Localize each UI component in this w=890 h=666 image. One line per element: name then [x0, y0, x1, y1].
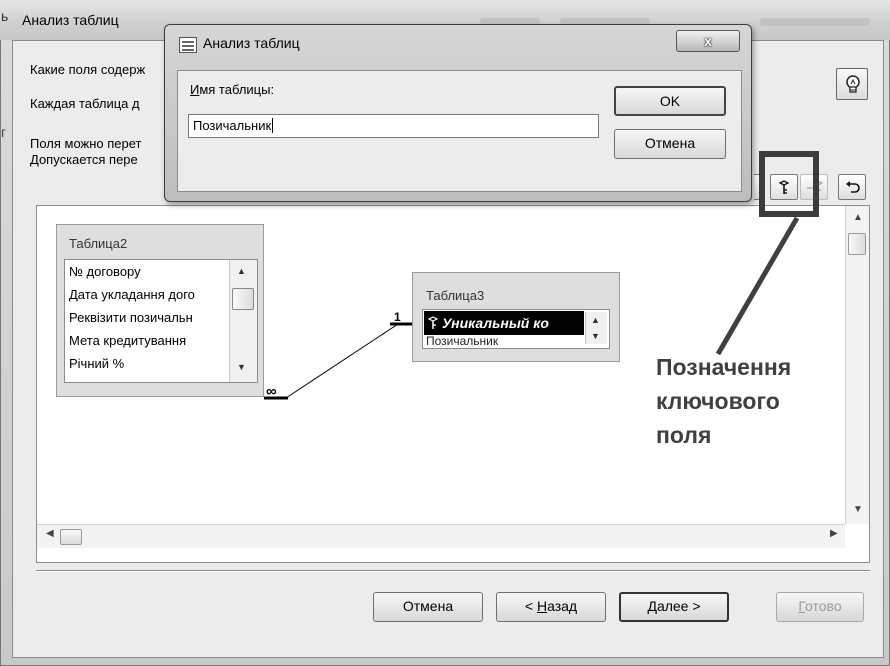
wizard-cancel-button[interactable]: Отмена	[373, 592, 483, 622]
annotation-line: Позначення	[656, 354, 792, 380]
next-button[interactable]: Далее >	[619, 592, 729, 622]
annotation-line: поля	[656, 422, 712, 448]
table-name-value: Позичальник	[193, 118, 272, 133]
key-button-highlight-frame	[759, 151, 819, 217]
table-name-label-text: мя таблицы:	[199, 82, 275, 97]
table-name-label-mnemonic: И	[190, 82, 200, 97]
next-button-mnemonic: Д	[647, 598, 657, 614]
finish-button[interactable]: Готово	[776, 592, 864, 622]
ok-button[interactable]: OK	[614, 86, 726, 116]
wizard-separator	[36, 570, 870, 572]
text-cursor	[272, 118, 274, 133]
relationship-one-label: 1	[394, 310, 401, 324]
dialog-title: Анализ таблиц	[203, 35, 300, 51]
finish-button-label: отово	[805, 598, 842, 614]
annotation-line: ключового	[656, 388, 780, 414]
back-button-mnemonic: Н	[536, 598, 548, 614]
next-button-label: алее >	[656, 598, 701, 614]
back-button-label: азад	[547, 598, 578, 614]
table-name-input[interactable]: Позичальник	[188, 114, 599, 138]
annotation-text: Позначення ключового поля	[656, 350, 791, 452]
back-button-prefix: <	[524, 598, 537, 614]
relationship-many-label: ∞	[266, 383, 277, 400]
table-name-label: Имя таблицы:	[190, 82, 274, 97]
back-button[interactable]: < Назад	[496, 592, 606, 622]
close-button[interactable]: x	[676, 30, 740, 52]
dialog-cancel-button[interactable]: Отмена	[614, 129, 726, 159]
form-icon	[179, 37, 197, 53]
